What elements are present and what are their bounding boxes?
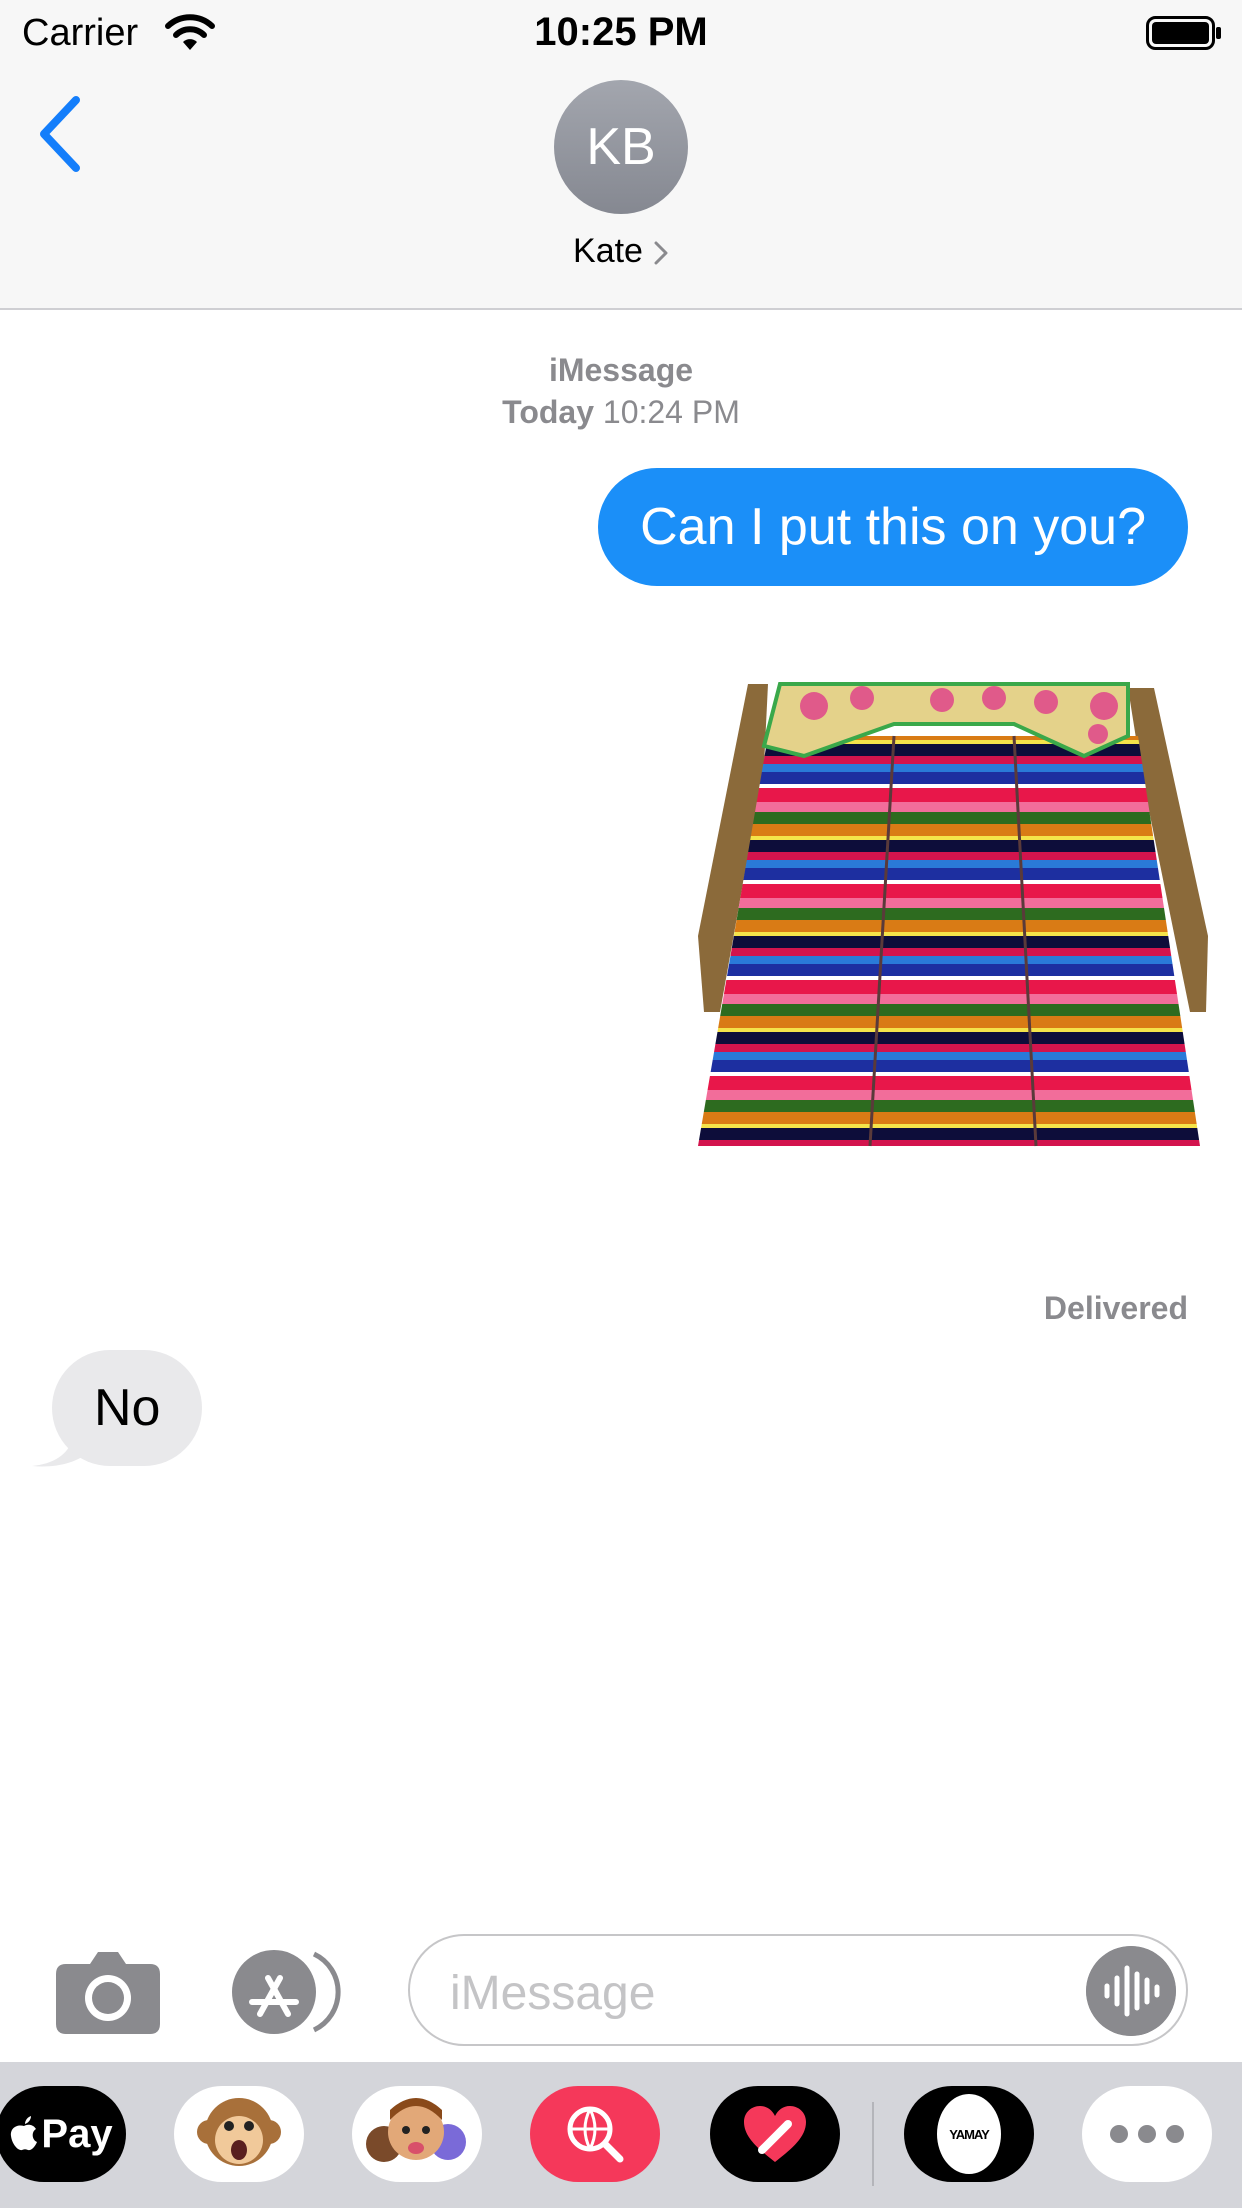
memoji-faces-icon — [366, 2098, 466, 2162]
status-bar: Carrier 10:25 PM — [0, 0, 1242, 64]
images-search-app[interactable] — [530, 2086, 660, 2182]
service-label: iMessage — [548, 352, 694, 388]
yamay-logo: YAMAY — [937, 2094, 1001, 2174]
message-input[interactable]: iMessage — [408, 1934, 1188, 2046]
outgoing-message-text: Can I put this on you? — [640, 498, 1146, 556]
app-drawer: Pay YAMAY — [0, 2062, 1242, 2208]
audio-message-icon[interactable] — [1086, 1946, 1176, 2036]
yamay-app[interactable]: YAMAY — [904, 2086, 1034, 2182]
drawer-divider — [872, 2102, 874, 2186]
contact-avatar[interactable]: KB — [554, 80, 688, 214]
status-time: 10:25 PM — [534, 10, 708, 54]
globe-search-icon — [567, 2106, 624, 2163]
apple-pay-app[interactable]: Pay — [0, 2086, 126, 2182]
memoji-stickers-app[interactable] — [352, 2086, 482, 2182]
yamay-label: YAMAY — [949, 2126, 990, 2142]
apple-logo-icon — [11, 2116, 38, 2151]
monkey-icon — [197, 2098, 281, 2166]
message-timestamp: Today 10:24 PM — [0, 394, 1242, 431]
message-input-placeholder: iMessage — [450, 1967, 656, 2020]
app-store-icon[interactable] — [232, 1950, 350, 2034]
timestamp-day: Today — [502, 394, 594, 430]
incoming-message-text: No — [94, 1379, 161, 1437]
ellipsis-icon — [1110, 2125, 1184, 2143]
heart-touch-icon — [744, 2106, 806, 2162]
incoming-message-bubble[interactable]: No — [52, 1350, 203, 1466]
contact-name-button[interactable]: Kate — [0, 232, 1242, 271]
digital-touch-app[interactable] — [710, 2086, 840, 2182]
delivery-status: Delivered — [1043, 1290, 1188, 1326]
timestamp-time: 10:24 PM — [602, 394, 740, 430]
outgoing-message-bubble[interactable]: Can I put this on you? — [598, 468, 1188, 586]
apron-sticker-image[interactable] — [694, 676, 1210, 1150]
avatar-initials: KB — [586, 118, 656, 176]
more-apps-button[interactable] — [1082, 2086, 1212, 2182]
animoji-app[interactable] — [174, 2086, 304, 2182]
apple-pay-label: Pay — [41, 2111, 113, 2156]
conversation-header: KB Kate — [0, 64, 1242, 310]
back-chevron-icon[interactable] — [36, 94, 86, 174]
battery-icon — [1146, 16, 1221, 50]
contact-name: Kate — [573, 232, 643, 270]
chevron-right-icon — [654, 241, 668, 265]
camera-icon[interactable] — [56, 1950, 160, 2034]
